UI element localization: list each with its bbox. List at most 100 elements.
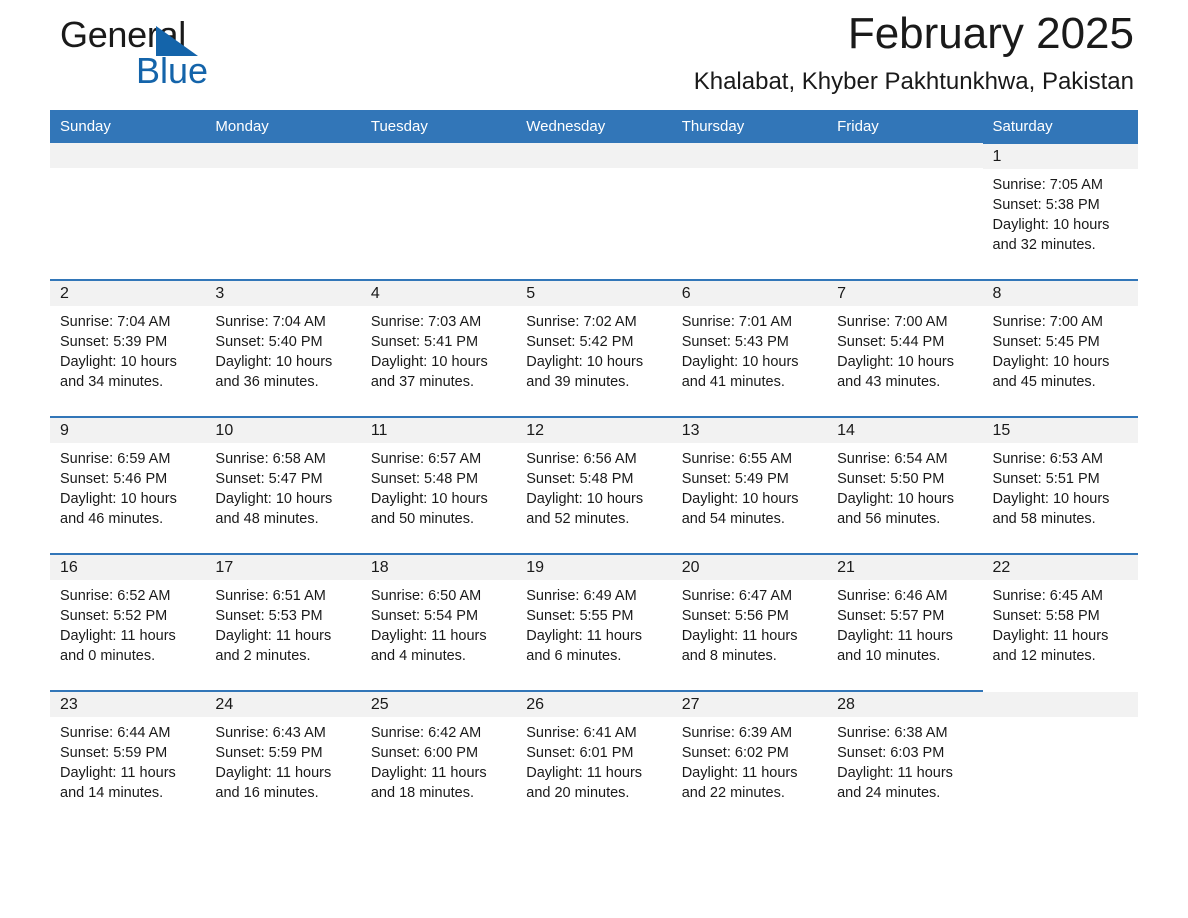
day-number: 4 [360,281,517,306]
calendar-day-cell[interactable]: 10 Sunrise: 6:58 AM Sunset: 5:47 PM Dayligh… [205,416,361,554]
calendar-day-cell[interactable]: 25 Sunrise: 6:42 AM Sunset: 6:00 PM Dayligh… [360,690,517,827]
daylight-text: Daylight: 11 hours and 10 minutes. [837,628,953,664]
sunrise-text: Sunrise: 6:45 AM [992,588,1103,604]
sunset-text: Sunset: 5:46 PM [60,471,168,487]
sunrise-text: Sunrise: 6:38 AM [837,725,948,741]
sunrise-text: Sunrise: 6:43 AM [215,725,326,741]
day-number: 19 [516,555,672,580]
calendar-day-cell[interactable]: 5 Sunrise: 7:02 AM Sunset: 5:42 PM Daylight… [516,279,672,417]
day-number: 5 [516,281,672,306]
day-cell-inner: 8 Sunrise: 7:00 AM Sunset: 5:45 PM Daylight… [982,281,1138,414]
sunset-text: Sunset: 5:58 PM [992,608,1100,624]
calendar-day-cell[interactable]: 2 Sunrise: 7:04 AM Sunset: 5:39 PM Daylight… [50,279,206,417]
calendar-day-cell[interactable]: 6 Sunrise: 7:01 AM Sunset: 5:43 PM Daylight… [671,279,828,417]
day-details: Sunrise: 6:57 AM Sunset: 5:48 PM Daylight:… [361,443,516,529]
day-cell-inner [50,143,206,276]
daylight-text: Daylight: 11 hours and 14 minutes. [60,765,176,801]
daylight-text: Daylight: 11 hours and 12 minutes. [992,628,1109,664]
daylight-text: Daylight: 10 hours and 41 minutes. [681,354,799,390]
day-cell-inner: 10 Sunrise: 6:58 AM Sunset: 5:47 PM Dayligh… [205,418,361,551]
day-details: Sunrise: 6:43 AM Sunset: 5:59 PM Daylight:… [205,717,360,803]
daylight-text: Daylight: 11 hours and 0 minutes. [60,628,176,664]
day-details: Sunrise: 7:05 AM Sunset: 5:38 PM Daylight:… [983,169,1138,255]
day-details: Sunrise: 6:56 AM Sunset: 5:48 PM Daylight:… [516,443,671,529]
calendar-day-cell[interactable]: 16 Sunrise: 6:52 AM Sunset: 5:52 PM Dayligh… [50,553,206,691]
location-subtitle: Khalabat, Khyber Pakhtunkhwa, Pakistan [693,68,1134,95]
day-number: 11 [360,418,517,443]
calendar-day-cell[interactable]: 26 Sunrise: 6:41 AM Sunset: 6:01 PM Dayligh… [516,690,672,827]
calendar-day-cell[interactable]: 21 Sunrise: 6:46 AM Sunset: 5:57 PM Dayligh… [827,553,983,691]
daylight-text: Daylight: 10 hours and 45 minutes. [992,354,1110,390]
sunrise-text: Sunrise: 6:54 AM [837,451,948,467]
calendar-day-cell[interactable]: 1 Sunrise: 7:05 AM Sunset: 5:38 PM Daylight… [982,142,1138,280]
calendar-day-cell[interactable]: 9 Sunrise: 6:59 AM Sunset: 5:46 PM Daylight… [50,416,206,554]
day-details: Sunrise: 6:50 AM Sunset: 5:54 PM Daylight:… [361,580,516,666]
daylight-text: Daylight: 10 hours and 48 minutes. [215,491,333,527]
daylight-text: Daylight: 11 hours and 22 minutes. [681,765,798,801]
calendar-day-cell[interactable]: 18 Sunrise: 6:50 AM Sunset: 5:54 PM Dayligh… [360,553,517,691]
day-number: 9 [50,418,206,443]
sunset-text: Sunset: 5:39 PM [60,334,168,350]
day-number: 15 [982,418,1138,443]
sunrise-text: Sunrise: 7:02 AM [526,314,637,330]
calendar-day-cell[interactable]: 23 Sunrise: 6:44 AM Sunset: 5:59 PM Dayligh… [50,690,206,827]
weekday-header-saturday: Saturday [982,110,1138,143]
calendar-day-cell[interactable]: 12 Sunrise: 6:56 AM Sunset: 5:48 PM Dayligh… [516,416,672,554]
calendar-day-cell-empty [360,143,517,280]
calendar-day-cell[interactable]: 19 Sunrise: 6:49 AM Sunset: 5:55 PM Dayligh… [516,553,672,691]
sunset-text: Sunset: 5:50 PM [837,471,945,487]
day-cell-inner: 14 Sunrise: 6:54 AM Sunset: 5:50 PM Dayligh… [827,418,983,551]
daylight-text: Daylight: 11 hours and 20 minutes. [526,765,643,801]
daylight-text: Daylight: 10 hours and 34 minutes. [60,354,177,390]
daylight-text: Daylight: 10 hours and 54 minutes. [681,491,799,527]
day-number: 28 [827,692,983,717]
calendar-day-cell[interactable]: 14 Sunrise: 6:54 AM Sunset: 5:50 PM Dayligh… [827,416,983,554]
day-number: 12 [516,418,672,443]
daylight-text: Daylight: 10 hours and 37 minutes. [370,354,488,390]
day-details: Sunrise: 6:49 AM Sunset: 5:55 PM Daylight:… [516,580,671,666]
calendar-day-cell[interactable]: 15 Sunrise: 6:53 AM Sunset: 5:51 PM Dayligh… [982,416,1138,554]
calendar-day-cell[interactable]: 11 Sunrise: 6:57 AM Sunset: 5:48 PM Dayligh… [360,416,517,554]
calendar-day-cell[interactable]: 7 Sunrise: 7:00 AM Sunset: 5:44 PM Daylight… [827,279,983,417]
day-number [827,143,983,168]
calendar-day-cell-empty [50,143,206,280]
day-details: Sunrise: 7:01 AM Sunset: 5:43 PM Daylight:… [672,306,827,392]
day-number: 6 [671,281,828,306]
sunset-text: Sunset: 5:56 PM [681,608,789,624]
calendar-day-cell[interactable]: 22 Sunrise: 6:45 AM Sunset: 5:58 PM Dayligh… [982,553,1138,691]
calendar-day-cell[interactable]: 17 Sunrise: 6:51 AM Sunset: 5:53 PM Dayligh… [205,553,361,691]
day-cell-inner: 22 Sunrise: 6:45 AM Sunset: 5:58 PM Dayligh… [982,555,1138,688]
sunset-text: Sunset: 5:48 PM [526,471,634,487]
calendar-day-cell-empty [827,143,983,280]
sunset-text: Sunset: 5:59 PM [60,745,168,761]
calendar-day-cell[interactable]: 20 Sunrise: 6:47 AM Sunset: 5:56 PM Dayligh… [671,553,828,691]
day-cell-inner: 17 Sunrise: 6:51 AM Sunset: 5:53 PM Dayligh… [205,555,361,688]
calendar-week-row: 2 Sunrise: 7:04 AM Sunset: 5:39 PM Daylight… [50,279,1138,417]
day-number: 17 [205,555,361,580]
calendar-day-cell[interactable]: 28 Sunrise: 6:38 AM Sunset: 6:03 PM Dayligh… [827,690,983,827]
day-number: 16 [50,555,206,580]
day-details: Sunrise: 6:54 AM Sunset: 5:50 PM Daylight:… [827,443,982,529]
calendar-day-cell[interactable]: 3 Sunrise: 7:04 AM Sunset: 5:40 PM Daylight… [205,279,361,417]
sunrise-text: Sunrise: 6:50 AM [370,588,482,604]
day-number: 1 [982,144,1138,169]
day-number [982,692,1138,717]
day-details: Sunrise: 6:58 AM Sunset: 5:47 PM Daylight:… [205,443,360,529]
sunrise-text: Sunrise: 7:05 AM [992,177,1103,193]
day-cell-inner: 16 Sunrise: 6:52 AM Sunset: 5:52 PM Dayligh… [50,555,206,688]
daylight-text: Daylight: 10 hours and 43 minutes. [837,354,954,390]
day-number: 22 [982,555,1138,580]
calendar-day-cell[interactable]: 24 Sunrise: 6:43 AM Sunset: 5:59 PM Dayligh… [205,690,361,827]
daylight-text: Daylight: 11 hours and 6 minutes. [526,628,643,664]
calendar-day-cell[interactable]: 27 Sunrise: 6:39 AM Sunset: 6:02 PM Dayligh… [671,690,828,827]
sunset-text: Sunset: 5:53 PM [215,608,323,624]
day-cell-inner [982,692,1138,825]
sunset-text: Sunset: 6:02 PM [681,745,789,761]
calendar-day-cell[interactable]: 4 Sunrise: 7:03 AM Sunset: 5:41 PM Daylight… [360,279,517,417]
generalblue-logo[interactable]: General Blue [60,14,260,98]
calendar-day-cell-empty [671,143,828,280]
weekday-header-sunday: Sunday [50,110,206,143]
calendar-day-cell[interactable]: 13 Sunrise: 6:55 AM Sunset: 5:49 PM Dayligh… [671,416,828,554]
calendar-day-cell[interactable]: 8 Sunrise: 7:00 AM Sunset: 5:45 PM Daylight… [982,279,1138,417]
day-details: Sunrise: 6:45 AM Sunset: 5:58 PM Daylight:… [983,580,1138,666]
